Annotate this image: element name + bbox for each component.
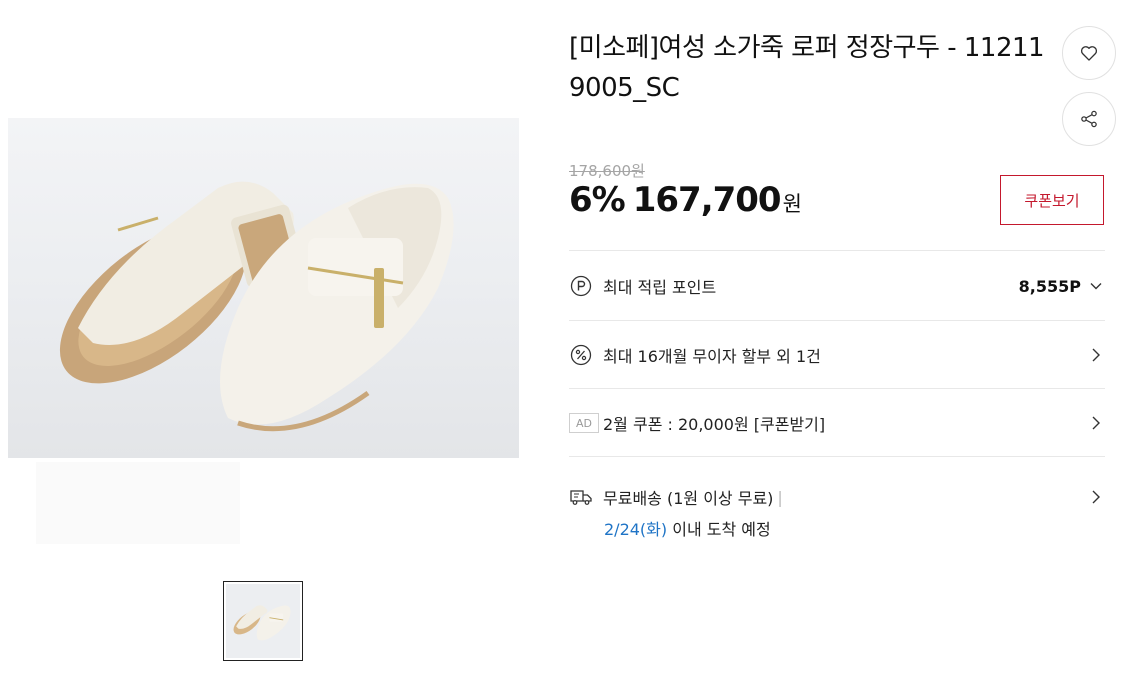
product-title: [미소페]여성 소가죽 로퍼 정장구두 - 112119005_SC: [569, 33, 1045, 103]
discount-rate: 6%: [569, 180, 626, 220]
delivery-label: 무료배송 (1원 이상 무료): [603, 489, 774, 508]
ad-coupon-row[interactable]: AD 2월 쿠폰 : 20,000원 [쿠폰받기]: [569, 403, 1105, 443]
chevron-right-icon: [1087, 346, 1105, 364]
divider: [569, 456, 1105, 457]
points-label: 최대 적립 포인트: [603, 278, 717, 297]
delivery-separator: |: [777, 487, 783, 507]
sale-price: 6% 167,700 원: [569, 180, 802, 220]
points-row[interactable]: 최대 적립 포인트 8,555P: [569, 266, 1105, 306]
chevron-right-icon: [1087, 414, 1105, 432]
heart-icon: [1080, 46, 1098, 61]
percent-icon: [569, 343, 593, 367]
delivery-row[interactable]: 무료배송 (1원 이상 무료) |: [569, 477, 1105, 517]
coupon-view-button[interactable]: 쿠폰보기: [1000, 175, 1104, 225]
price-amount: 167,700: [632, 180, 782, 220]
chevron-right-icon: [1087, 488, 1105, 506]
ad-coupon-label: 2월 쿠폰 : 20,000원 [쿠폰받기]: [603, 415, 826, 434]
share-button[interactable]: [1062, 92, 1116, 146]
point-p-icon: [569, 274, 593, 298]
divider: [569, 388, 1105, 389]
share-icon: [1081, 110, 1097, 128]
delivery-arrival-text: 이내 도착 예정: [667, 520, 771, 539]
product-main-image: [8, 118, 519, 458]
installment-label: 최대 16개월 무이자 할부 외 1건: [603, 347, 821, 366]
chevron-down-icon: [1087, 277, 1105, 295]
like-button[interactable]: [1062, 26, 1116, 80]
original-price: 178,600원: [569, 162, 645, 180]
delivery-date: 2/24(화): [604, 520, 668, 539]
image-placeholder: [36, 462, 240, 544]
price-unit: 원: [782, 192, 802, 216]
product-thumbnail[interactable]: [223, 581, 303, 661]
points-value: 8,555P: [1018, 276, 1081, 296]
installment-row[interactable]: 최대 16개월 무이자 할부 외 1건: [569, 335, 1105, 375]
truck-icon: [569, 485, 593, 509]
divider: [569, 320, 1105, 321]
ad-badge: AD: [569, 413, 599, 433]
divider: [569, 250, 1105, 251]
delivery-arrival: 2/24(화) 이내 도착 예정: [604, 516, 771, 540]
